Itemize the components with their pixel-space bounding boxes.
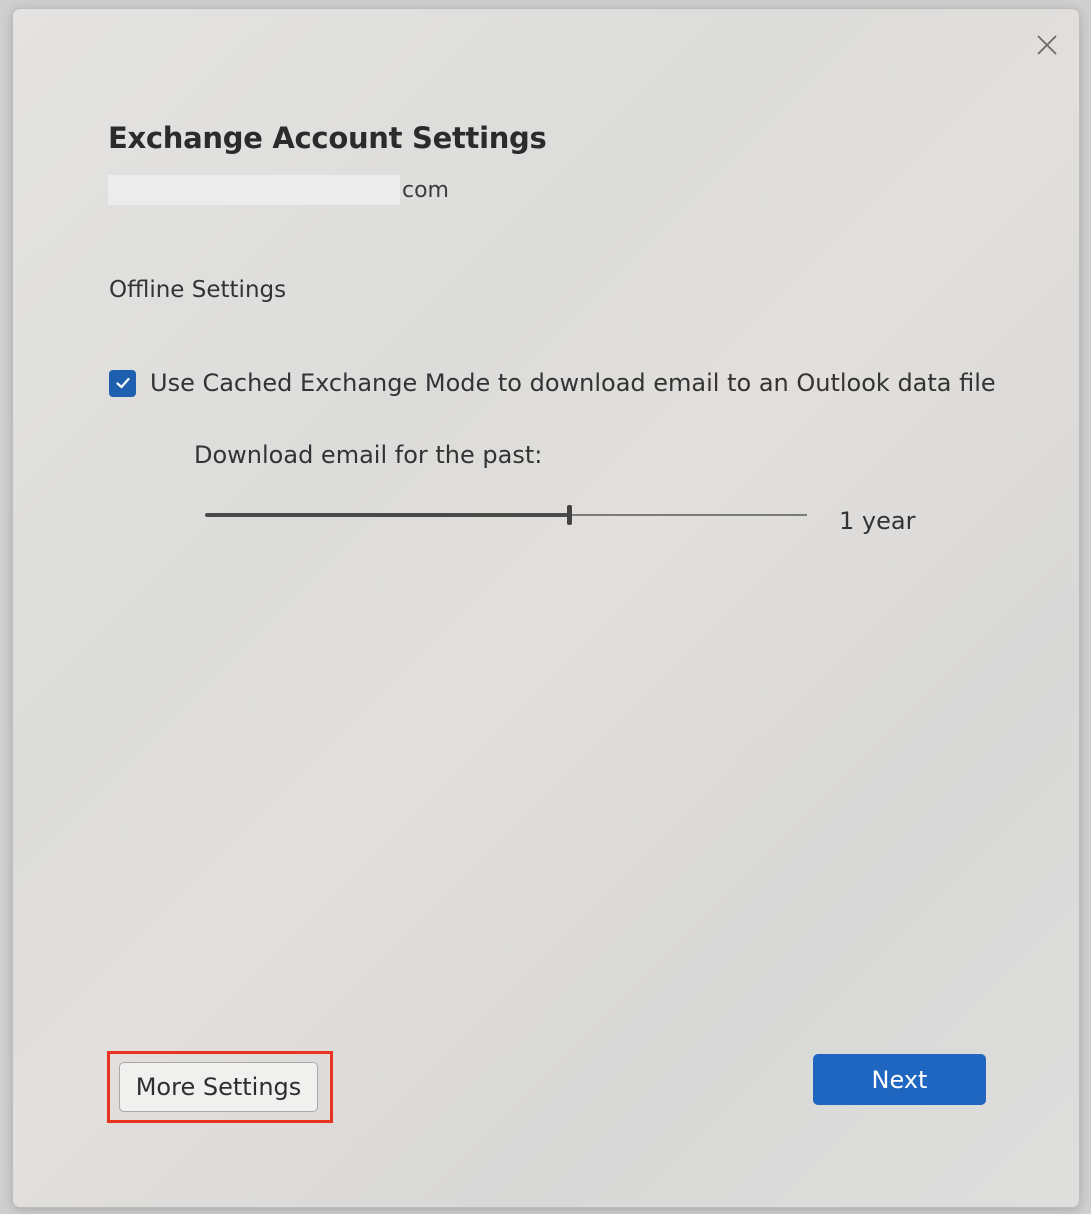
email-redaction: [108, 175, 400, 205]
checkmark-icon: [115, 377, 130, 389]
account-email: com: [108, 175, 449, 205]
close-button[interactable]: [1031, 29, 1063, 61]
cached-mode-option[interactable]: Use Cached Exchange Mode to download ema…: [109, 369, 996, 397]
cached-mode-checkbox[interactable]: [109, 369, 136, 397]
download-period-slider[interactable]: [205, 505, 807, 525]
close-icon: [1037, 35, 1057, 55]
email-suffix: com: [402, 177, 449, 203]
slider-fill: [205, 513, 570, 517]
next-button[interactable]: Next: [813, 1054, 986, 1105]
cached-mode-label: Use Cached Exchange Mode to download ema…: [150, 369, 996, 397]
offline-settings-heading: Offline Settings: [109, 277, 287, 303]
more-settings-button[interactable]: More Settings: [119, 1062, 318, 1112]
dialog-title: Exchange Account Settings: [108, 121, 547, 155]
download-period-label: Download email for the past:: [194, 441, 543, 469]
slider-thumb[interactable]: [567, 505, 573, 525]
download-period-value: 1 year: [839, 507, 916, 535]
exchange-account-settings-dialog: Exchange Account Settings com Offline Se…: [12, 8, 1080, 1208]
